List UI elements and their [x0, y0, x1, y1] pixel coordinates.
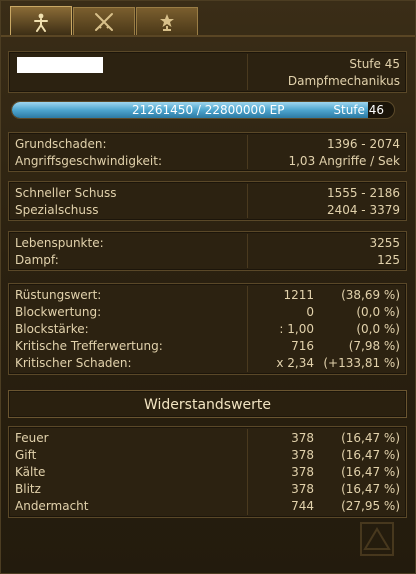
- stat-row: Spezialschuss 2404 - 3379: [15, 202, 400, 219]
- stat-value: 3255: [369, 236, 400, 250]
- stat-percent: (7,98 %): [348, 339, 400, 353]
- stat-label: Schneller Schuss: [15, 186, 117, 200]
- stat-row: Angriffsgeschwindigkeit: 1,03 Angriffe /…: [15, 153, 400, 170]
- tab-combat[interactable]: [73, 7, 135, 35]
- stat-value: 125: [377, 253, 400, 267]
- stat-label: Blockstärke:: [15, 322, 89, 336]
- profile-panel: Stufe 45 Dampfmechanikus: [8, 51, 407, 93]
- damage-panel: Grundschaden: 1396 - 2074 Angriffsgeschw…: [8, 132, 407, 172]
- tab-character[interactable]: [10, 6, 72, 36]
- tab-honor[interactable]: [136, 7, 198, 35]
- resistance-row: Blitz 378 (16,47 %): [15, 481, 400, 498]
- stat-label: Dampf:: [15, 253, 59, 267]
- stat-row: Kritische Trefferwertung: 716 (7,98 %): [15, 338, 400, 355]
- stat-percent: (0,0 %): [356, 305, 400, 319]
- skills-panel: Schneller Schuss 1555 - 2186 Spezialschu…: [8, 181, 407, 221]
- resistance-value: 378: [291, 448, 314, 462]
- next-level-label: Stufe 46: [333, 103, 384, 117]
- resistance-percent: (16,47 %): [341, 448, 400, 462]
- resistance-row: Kälte 378 (16,47 %): [15, 464, 400, 481]
- resistances-header: Widerstandswerte: [8, 390, 407, 418]
- stat-label: Spezialschuss: [15, 203, 99, 217]
- stat-value: 1555 - 2186: [326, 186, 400, 200]
- stat-row: Rüstungswert: 1211 (38,69 %): [15, 287, 400, 304]
- resistance-label: Blitz: [15, 482, 41, 496]
- stat-label: Rüstungswert:: [15, 288, 102, 302]
- resistance-value: 378: [291, 465, 314, 479]
- resistance-percent: (16,47 %): [341, 465, 400, 479]
- resistance-label: Kälte: [15, 465, 46, 479]
- resistance-percent: (16,47 %): [341, 431, 400, 445]
- vitals-panel: Lebenspunkte: 3255 Dampf: 125: [8, 231, 407, 271]
- stat-label: Kritischer Schaden:: [15, 356, 132, 370]
- stat-percent: (38,69 %): [341, 288, 400, 302]
- stat-label: Grundschaden:: [15, 137, 107, 151]
- character-level: Stufe 45: [349, 57, 400, 71]
- resistance-value: 378: [291, 482, 314, 496]
- corner-ornament: [357, 519, 397, 559]
- resistance-percent: (16,47 %): [341, 482, 400, 496]
- stat-value: x 2,34: [276, 356, 314, 370]
- stat-value: 1,03 Angriffe / Sek: [288, 154, 400, 168]
- stat-row: Grundschaden: 1396 - 2074: [15, 136, 400, 153]
- resistance-label: Gift: [15, 448, 37, 462]
- experience-bar: 21261450 / 22800000 EP Stufe 46: [11, 101, 395, 119]
- tab-divider: [1, 35, 415, 37]
- stat-value: 1396 - 2074: [326, 137, 400, 151]
- stat-label: Blockwertung:: [15, 305, 102, 319]
- resistance-label: Feuer: [15, 431, 49, 445]
- stat-row: Lebenspunkte: 3255: [15, 235, 400, 252]
- stat-row: Blockstärke: : 1,00 (0,0 %): [15, 321, 400, 338]
- stat-row: Blockwertung: 0 (0,0 %): [15, 304, 400, 321]
- resistance-label: Andermacht: [15, 499, 89, 513]
- stat-percent: (0,0 %): [356, 322, 400, 336]
- stat-label: Kritische Trefferwertung:: [15, 339, 163, 353]
- stat-row: Schneller Schuss 1555 - 2186: [15, 185, 400, 202]
- experience-text: 21261450 / 22800000 EP: [132, 103, 285, 117]
- stat-label: Lebenspunkte:: [15, 236, 104, 250]
- stat-value: : 1,00: [279, 322, 314, 336]
- stat-label: Angriffsgeschwindigkeit:: [15, 154, 162, 168]
- resistances-panel: Feuer 378 (16,47 %) Gift 378 (16,47 %) K…: [8, 426, 407, 518]
- person-icon: [30, 12, 52, 32]
- resistance-percent: (27,95 %): [341, 499, 400, 513]
- stat-value: 0: [306, 305, 314, 319]
- resistance-row: Gift 378 (16,47 %): [15, 447, 400, 464]
- resistance-row: Andermacht 744 (27,95 %): [15, 498, 400, 515]
- trophy-icon: [157, 12, 177, 32]
- stat-value: 1211: [283, 288, 314, 302]
- character-stats-window: Stufe 45 Dampfmechanikus 21261450 / 2280…: [0, 0, 416, 574]
- stat-row: Dampf: 125: [15, 252, 400, 269]
- resistance-row: Feuer 378 (16,47 %): [15, 430, 400, 447]
- crossed-swords-icon: [93, 12, 115, 32]
- stat-value: 2404 - 3379: [326, 203, 400, 217]
- stat-row: Kritischer Schaden: x 2,34 (+133,81 %): [15, 355, 400, 372]
- character-class: Dampfmechanikus: [287, 74, 400, 88]
- defense-panel: Rüstungswert: 1211 (38,69 %) Blockwertun…: [8, 283, 407, 375]
- stat-value: 716: [291, 339, 314, 353]
- resistance-value: 378: [291, 431, 314, 445]
- resistance-value: 744: [291, 499, 314, 513]
- resistances-title: Widerstandswerte: [143, 397, 272, 413]
- stat-percent: (+133,81 %): [323, 356, 400, 370]
